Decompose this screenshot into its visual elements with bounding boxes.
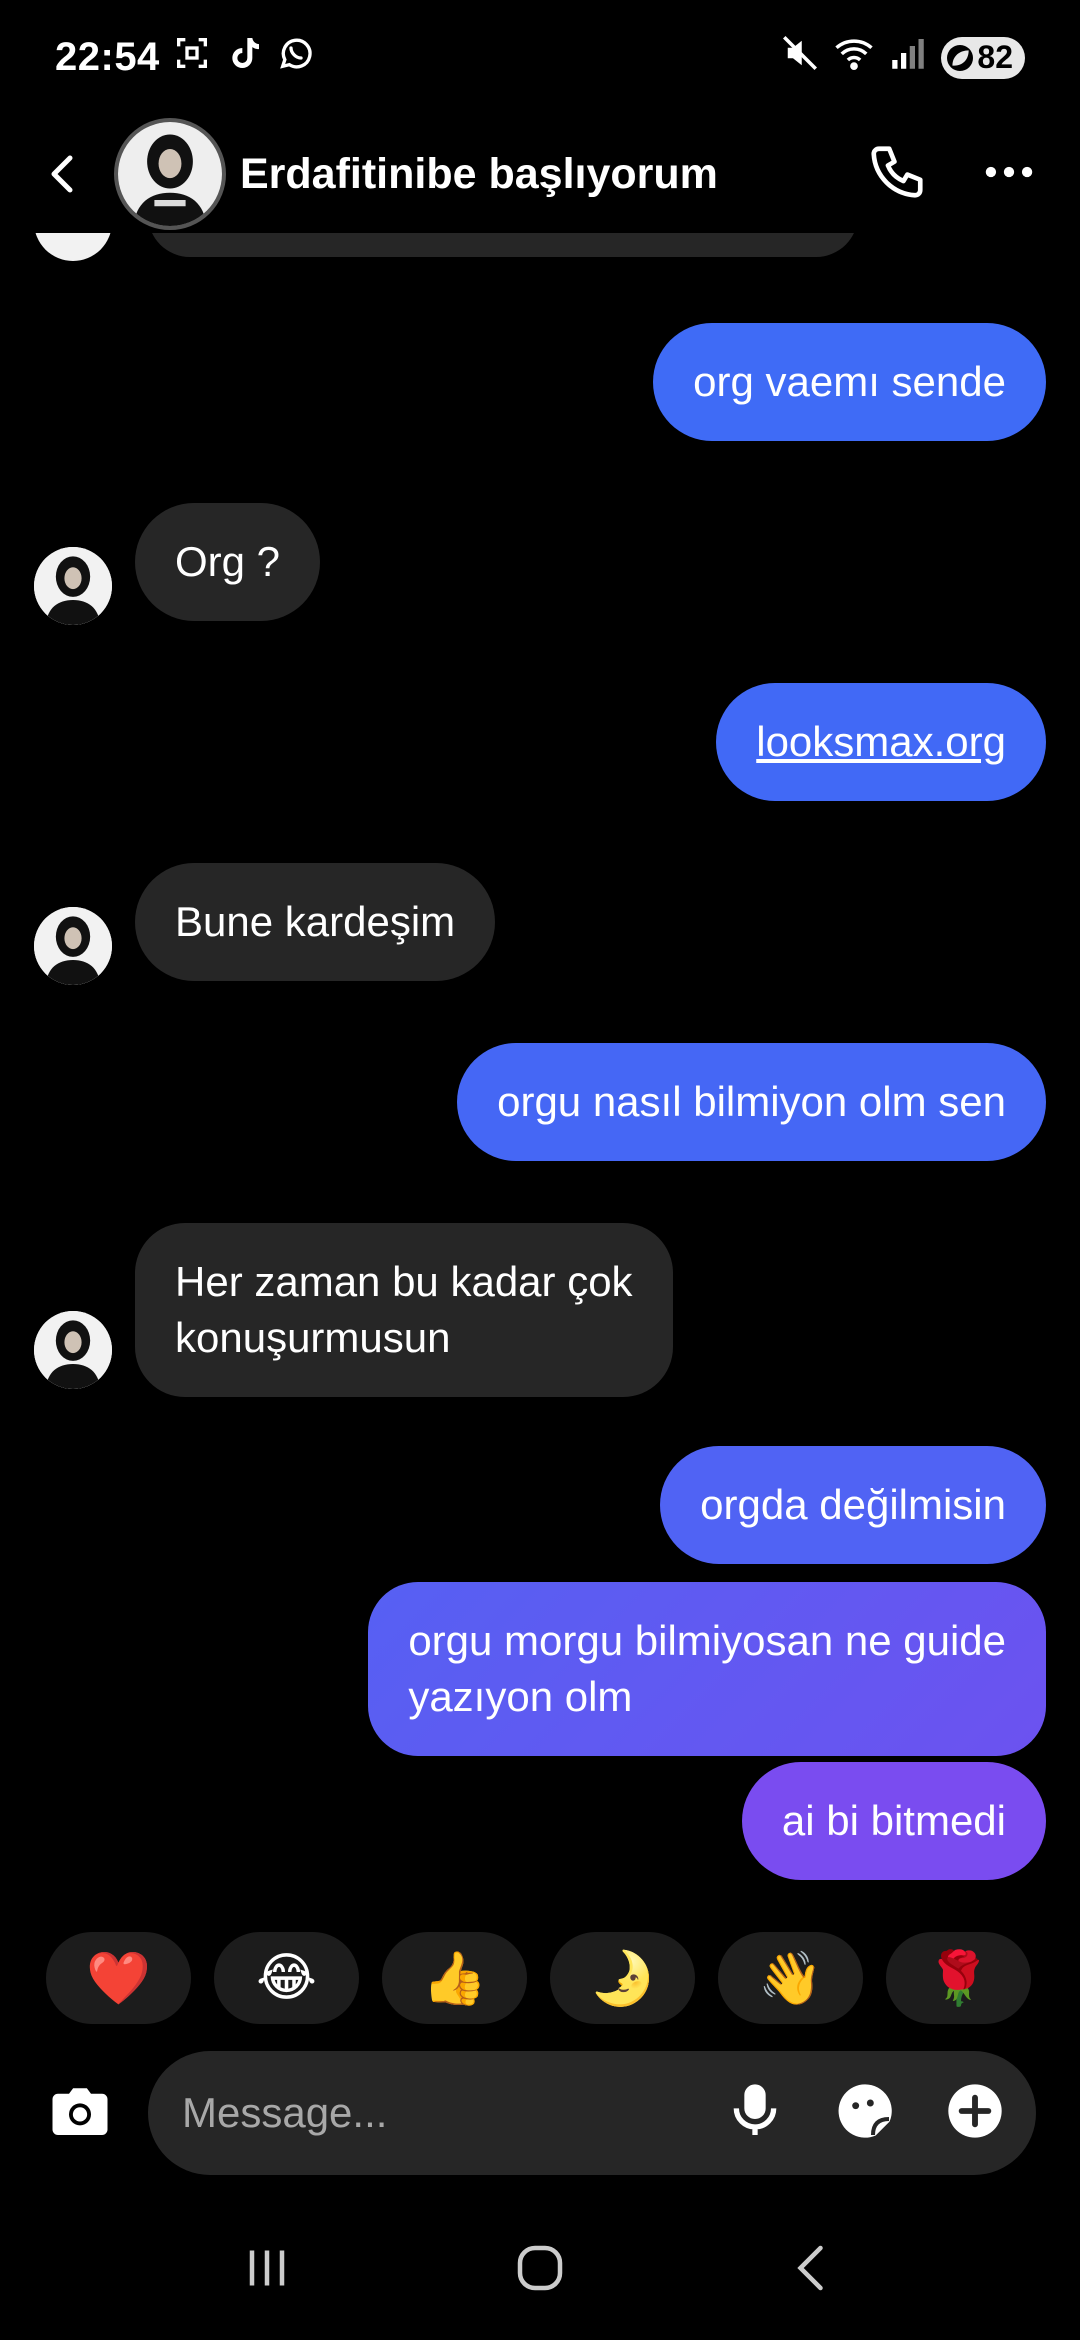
signal-icon xyxy=(887,32,929,84)
message-bubble-outgoing[interactable]: orgu morgu bilmiyosan ne guide yazıyon o… xyxy=(368,1582,1046,1756)
sender-avatar xyxy=(34,233,112,261)
contact-avatar[interactable] xyxy=(114,118,226,230)
header-actions xyxy=(866,141,1040,208)
message-link[interactable]: looksmax.org xyxy=(756,718,1006,765)
message-bubble-outgoing[interactable]: org vaemı sende xyxy=(653,323,1046,441)
back-arrow-icon xyxy=(51,155,73,193)
message-text: orgu nasıl bilmiyon olm sen xyxy=(497,1078,1006,1125)
message-bubble-outgoing[interactable]: orgu nasıl bilmiyon olm sen xyxy=(457,1043,1046,1161)
contact-name[interactable]: Erdafitinibe başlıyorum xyxy=(240,150,718,199)
message-bubble-outgoing[interactable]: orgda değilmisin xyxy=(660,1446,1046,1564)
mute-icon xyxy=(779,32,821,84)
reaction-wave[interactable]: 👋 xyxy=(718,1932,863,2024)
message-text: Org ? xyxy=(175,538,281,585)
plus-circle-icon xyxy=(948,2083,1002,2138)
voice-message-button[interactable] xyxy=(723,2079,787,2148)
sticker-icon xyxy=(838,2083,892,2138)
message-text: orgu morgu bilmiyosan ne guide yazıyon o… xyxy=(408,1617,1006,1720)
home-button[interactable] xyxy=(510,2238,570,2303)
reaction-thumbs-up[interactable]: 👍 xyxy=(382,1932,527,2024)
profile-photo-icon xyxy=(118,122,222,226)
battery-indicator: 82 xyxy=(941,36,1025,79)
input-actions xyxy=(723,2079,1007,2148)
battery-level: 82 xyxy=(977,39,1013,75)
microphone-icon xyxy=(733,2083,777,2135)
message-bubble-partial[interactable] xyxy=(148,233,858,257)
screenshot-icon xyxy=(172,33,212,83)
message-input[interactable] xyxy=(182,2089,723,2137)
camera-icon xyxy=(52,2088,108,2135)
message-composer xyxy=(0,2043,1080,2183)
message-bubble-incoming[interactable]: Bune kardeşim xyxy=(135,863,496,981)
add-attachment-button[interactable] xyxy=(943,2079,1007,2148)
back-button[interactable] xyxy=(40,144,90,204)
quick-reactions-bar: ❤️ 😂 👍 🌛 👋 🌹 xyxy=(46,1932,1031,2024)
message-text: Her zaman bu kadar çok konuşurmusun xyxy=(175,1258,633,1361)
message-bubble-incoming[interactable]: Her zaman bu kadar çok konuşurmusun xyxy=(135,1223,673,1397)
message-text: orgda değilmisin xyxy=(700,1481,1006,1528)
recent-apps-button[interactable] xyxy=(237,2238,297,2303)
sender-avatar[interactable] xyxy=(34,1311,112,1389)
message-bubble-incoming[interactable]: Org ? xyxy=(135,503,321,621)
avatar-photo-icon xyxy=(34,547,112,625)
more-options-button[interactable] xyxy=(978,141,1040,208)
home-icon xyxy=(517,2245,563,2290)
message-bubble-outgoing[interactable]: looksmax.org xyxy=(716,683,1046,801)
tiktok-icon xyxy=(224,33,264,83)
sender-avatar[interactable] xyxy=(34,547,112,625)
back-chevron-icon xyxy=(797,2245,824,2290)
camera-button[interactable] xyxy=(40,2073,120,2153)
reaction-rose[interactable]: 🌹 xyxy=(886,1932,1031,2024)
status-bar: 22:54 82 xyxy=(0,0,1080,115)
system-back-button[interactable] xyxy=(783,2238,843,2303)
message-text: org vaemı sende xyxy=(693,358,1006,405)
message-text: Bune kardeşim xyxy=(175,898,456,945)
system-navigation-bar xyxy=(0,2200,1080,2340)
avatar-photo-icon xyxy=(34,907,112,985)
message-input-container xyxy=(148,2051,1036,2175)
power-saving-icon xyxy=(947,44,974,71)
message-bubble-outgoing[interactable]: ai bi bitmedi xyxy=(741,1762,1046,1880)
message-list[interactable]: org vaemı sende Org ? looksmax.org Bune … xyxy=(0,233,1080,1923)
avatar-photo-icon xyxy=(34,1311,112,1389)
more-dots-icon xyxy=(985,166,1033,177)
status-right: 82 xyxy=(779,32,1025,84)
chat-header: Erdafitinibe başlıyorum xyxy=(0,115,1080,233)
wifi-icon xyxy=(833,32,875,84)
call-button[interactable] xyxy=(866,141,928,208)
recents-icon xyxy=(249,2250,284,2285)
sticker-button[interactable] xyxy=(833,2079,897,2148)
phone-icon xyxy=(871,145,923,198)
reaction-heart[interactable]: ❤️ xyxy=(46,1932,191,2024)
status-left: 22:54 xyxy=(55,33,316,83)
status-time: 22:54 xyxy=(55,35,160,79)
whatsapp-icon xyxy=(276,33,316,83)
reaction-moon[interactable]: 🌛 xyxy=(550,1932,695,2024)
reaction-laughing[interactable]: 😂 xyxy=(214,1932,359,2024)
message-text: ai bi bitmedi xyxy=(781,1797,1006,1844)
sender-avatar[interactable] xyxy=(34,907,112,985)
